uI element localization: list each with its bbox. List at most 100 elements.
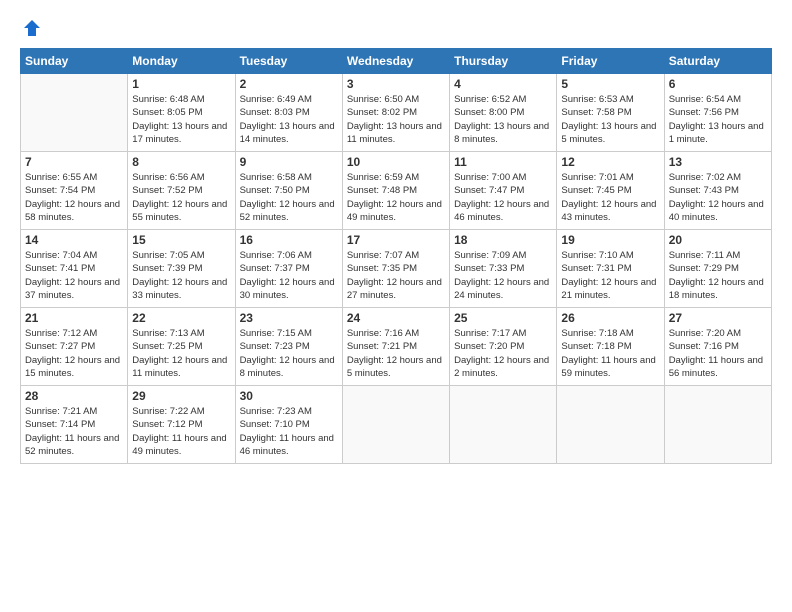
day-detail: Sunrise: 7:01 AMSunset: 7:45 PMDaylight:… <box>561 171 659 224</box>
calendar-cell: 26 Sunrise: 7:18 AMSunset: 7:18 PMDayligh… <box>557 308 664 386</box>
day-number: 21 <box>25 311 123 325</box>
weekday-header: Monday <box>128 49 235 74</box>
day-number: 19 <box>561 233 659 247</box>
day-detail: Sunrise: 7:09 AMSunset: 7:33 PMDaylight:… <box>454 249 552 302</box>
day-detail: Sunrise: 7:11 AMSunset: 7:29 PMDaylight:… <box>669 249 767 302</box>
day-detail: Sunrise: 7:20 AMSunset: 7:16 PMDaylight:… <box>669 327 767 380</box>
calendar: SundayMondayTuesdayWednesdayThursdayFrid… <box>20 48 772 464</box>
day-detail: Sunrise: 6:48 AMSunset: 8:05 PMDaylight:… <box>132 93 230 146</box>
logo <box>20 18 42 38</box>
calendar-cell: 1 Sunrise: 6:48 AMSunset: 8:05 PMDaylight… <box>128 74 235 152</box>
calendar-cell: 12 Sunrise: 7:01 AMSunset: 7:45 PMDayligh… <box>557 152 664 230</box>
day-number: 2 <box>240 77 338 91</box>
day-number: 13 <box>669 155 767 169</box>
day-number: 26 <box>561 311 659 325</box>
calendar-week-row: 21 Sunrise: 7:12 AMSunset: 7:27 PMDayligh… <box>21 308 772 386</box>
day-detail: Sunrise: 6:52 AMSunset: 8:00 PMDaylight:… <box>454 93 552 146</box>
day-number: 17 <box>347 233 445 247</box>
calendar-cell: 7 Sunrise: 6:55 AMSunset: 7:54 PMDaylight… <box>21 152 128 230</box>
day-detail: Sunrise: 6:49 AMSunset: 8:03 PMDaylight:… <box>240 93 338 146</box>
calendar-week-row: 7 Sunrise: 6:55 AMSunset: 7:54 PMDaylight… <box>21 152 772 230</box>
day-detail: Sunrise: 7:04 AMSunset: 7:41 PMDaylight:… <box>25 249 123 302</box>
day-number: 16 <box>240 233 338 247</box>
weekday-header: Thursday <box>450 49 557 74</box>
day-number: 1 <box>132 77 230 91</box>
calendar-week-row: 28 Sunrise: 7:21 AMSunset: 7:14 PMDayligh… <box>21 386 772 464</box>
calendar-cell: 9 Sunrise: 6:58 AMSunset: 7:50 PMDaylight… <box>235 152 342 230</box>
day-detail: Sunrise: 6:54 AMSunset: 7:56 PMDaylight:… <box>669 93 767 146</box>
calendar-cell <box>21 74 128 152</box>
day-detail: Sunrise: 7:13 AMSunset: 7:25 PMDaylight:… <box>132 327 230 380</box>
calendar-cell: 5Sunrise: 6:53 AMSunset: 7:58 PMDaylight… <box>557 74 664 152</box>
weekday-header: Friday <box>557 49 664 74</box>
calendar-cell: 23 Sunrise: 7:15 AMSunset: 7:23 PMDayligh… <box>235 308 342 386</box>
day-detail: Sunrise: 7:22 AMSunset: 7:12 PMDaylight:… <box>132 405 230 458</box>
day-detail: Sunrise: 7:17 AMSunset: 7:20 PMDaylight:… <box>454 327 552 380</box>
calendar-cell: 16 Sunrise: 7:06 AMSunset: 7:37 PMDayligh… <box>235 230 342 308</box>
day-number: 8 <box>132 155 230 169</box>
day-detail: Sunrise: 7:21 AMSunset: 7:14 PMDaylight:… <box>25 405 123 458</box>
day-number: 5 <box>561 77 659 91</box>
calendar-cell: 30 Sunrise: 7:23 AMSunset: 7:10 PMDayligh… <box>235 386 342 464</box>
calendar-cell: 15 Sunrise: 7:05 AMSunset: 7:39 PMDayligh… <box>128 230 235 308</box>
day-number: 14 <box>25 233 123 247</box>
calendar-cell: 20 Sunrise: 7:11 AMSunset: 7:29 PMDayligh… <box>664 230 771 308</box>
day-number: 11 <box>454 155 552 169</box>
day-detail: Sunrise: 6:56 AMSunset: 7:52 PMDaylight:… <box>132 171 230 224</box>
calendar-cell: 11 Sunrise: 7:00 AMSunset: 7:47 PMDayligh… <box>450 152 557 230</box>
day-detail: Sunrise: 7:18 AMSunset: 7:18 PMDaylight:… <box>561 327 659 380</box>
day-number: 15 <box>132 233 230 247</box>
weekday-header: Saturday <box>664 49 771 74</box>
calendar-cell: 24 Sunrise: 7:16 AMSunset: 7:21 PMDayligh… <box>342 308 449 386</box>
calendar-cell: 25 Sunrise: 7:17 AMSunset: 7:20 PMDayligh… <box>450 308 557 386</box>
calendar-cell: 27Sunrise: 7:20 AMSunset: 7:16 PMDayligh… <box>664 308 771 386</box>
weekday-header-row: SundayMondayTuesdayWednesdayThursdayFrid… <box>21 49 772 74</box>
weekday-header: Wednesday <box>342 49 449 74</box>
calendar-cell <box>664 386 771 464</box>
calendar-cell <box>342 386 449 464</box>
weekday-header: Sunday <box>21 49 128 74</box>
day-number: 28 <box>25 389 123 403</box>
day-number: 12 <box>561 155 659 169</box>
day-detail: Sunrise: 7:00 AMSunset: 7:47 PMDaylight:… <box>454 171 552 224</box>
day-number: 29 <box>132 389 230 403</box>
day-number: 10 <box>347 155 445 169</box>
day-detail: Sunrise: 7:12 AMSunset: 7:27 PMDaylight:… <box>25 327 123 380</box>
calendar-cell: 17 Sunrise: 7:07 AMSunset: 7:35 PMDayligh… <box>342 230 449 308</box>
day-detail: Sunrise: 7:23 AMSunset: 7:10 PMDaylight:… <box>240 405 338 458</box>
calendar-cell: 19 Sunrise: 7:10 AMSunset: 7:31 PMDayligh… <box>557 230 664 308</box>
day-number: 23 <box>240 311 338 325</box>
calendar-cell: 8 Sunrise: 6:56 AMSunset: 7:52 PMDaylight… <box>128 152 235 230</box>
calendar-cell <box>450 386 557 464</box>
day-detail: Sunrise: 7:06 AMSunset: 7:37 PMDaylight:… <box>240 249 338 302</box>
day-number: 20 <box>669 233 767 247</box>
day-number: 24 <box>347 311 445 325</box>
day-detail: Sunrise: 6:50 AMSunset: 8:02 PMDaylight:… <box>347 93 445 146</box>
day-number: 25 <box>454 311 552 325</box>
calendar-cell: 3 Sunrise: 6:50 AMSunset: 8:02 PMDaylight… <box>342 74 449 152</box>
day-detail: Sunrise: 7:16 AMSunset: 7:21 PMDaylight:… <box>347 327 445 380</box>
calendar-cell: 13 Sunrise: 7:02 AMSunset: 7:43 PMDayligh… <box>664 152 771 230</box>
day-detail: Sunrise: 7:05 AMSunset: 7:39 PMDaylight:… <box>132 249 230 302</box>
calendar-cell: 28 Sunrise: 7:21 AMSunset: 7:14 PMDayligh… <box>21 386 128 464</box>
day-detail: Sunrise: 6:55 AMSunset: 7:54 PMDaylight:… <box>25 171 123 224</box>
day-number: 6 <box>669 77 767 91</box>
day-detail: Sunrise: 7:15 AMSunset: 7:23 PMDaylight:… <box>240 327 338 380</box>
day-detail: Sunrise: 7:10 AMSunset: 7:31 PMDaylight:… <box>561 249 659 302</box>
header <box>20 18 772 38</box>
calendar-cell: 22 Sunrise: 7:13 AMSunset: 7:25 PMDayligh… <box>128 308 235 386</box>
day-detail: Sunrise: 7:02 AMSunset: 7:43 PMDaylight:… <box>669 171 767 224</box>
calendar-week-row: 14 Sunrise: 7:04 AMSunset: 7:41 PMDayligh… <box>21 230 772 308</box>
day-detail: Sunrise: 7:07 AMSunset: 7:35 PMDaylight:… <box>347 249 445 302</box>
calendar-week-row: 1 Sunrise: 6:48 AMSunset: 8:05 PMDaylight… <box>21 74 772 152</box>
day-number: 9 <box>240 155 338 169</box>
day-number: 22 <box>132 311 230 325</box>
calendar-cell: 4Sunrise: 6:52 AMSunset: 8:00 PMDaylight… <box>450 74 557 152</box>
calendar-cell: 18Sunrise: 7:09 AMSunset: 7:33 PMDayligh… <box>450 230 557 308</box>
day-detail: Sunrise: 6:58 AMSunset: 7:50 PMDaylight:… <box>240 171 338 224</box>
logo-icon <box>22 18 42 38</box>
day-number: 30 <box>240 389 338 403</box>
page: SundayMondayTuesdayWednesdayThursdayFrid… <box>0 0 792 612</box>
day-number: 7 <box>25 155 123 169</box>
day-number: 3 <box>347 77 445 91</box>
